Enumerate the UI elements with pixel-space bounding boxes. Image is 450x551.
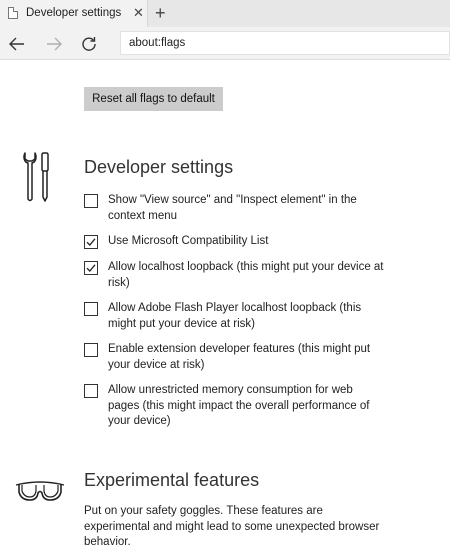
developer-settings-heading: Developer settings [84,157,234,177]
flag-label: Allow Adobe Flash Player localhost loopb… [108,302,362,330]
forward-icon[interactable] [42,32,66,56]
experimental-features-description: Put on your safety goggles. These featur… [84,505,380,548]
flag-label: Enable extension developer features (thi… [108,343,371,371]
checkbox-compatibility-list[interactable] [84,235,98,249]
navigation-bar: about:flags [0,27,450,60]
checkbox-view-source[interactable] [84,194,98,208]
close-tab-icon[interactable]: ✕ [133,5,144,21]
address-url: about:flags [129,37,186,49]
checkbox-flash-loopback[interactable] [84,302,98,316]
flag-label: Allow localhost loopback (this might put… [108,261,384,289]
refresh-icon[interactable] [77,32,101,56]
tools-icon [22,151,52,208]
new-tab-icon[interactable]: + [155,3,166,23]
tab-bar: Developer settings ✕ + [0,0,450,27]
page-icon [8,7,18,19]
flag-label: Show "View source" and "Inspect element"… [108,194,357,222]
checkbox-extension-developer[interactable] [84,343,98,357]
checkbox-localhost-loopback[interactable] [84,261,98,275]
checkmark-icon [86,238,96,246]
checkmark-icon [86,264,96,272]
tab-title: Developer settings [26,7,122,19]
tab-developer-settings[interactable]: Developer settings ✕ [0,0,148,27]
goggles-icon [14,476,66,509]
flag-label: Allow unrestricted memory consumption fo… [108,384,370,427]
reset-all-flags-button[interactable]: Reset all flags to default [84,87,223,111]
checkbox-unrestricted-memory[interactable] [84,384,98,398]
address-bar[interactable]: about:flags [120,31,450,55]
experimental-features-heading: Experimental features [84,470,260,490]
flag-label: Use Microsoft Compatibility List [108,235,269,247]
back-icon[interactable] [5,32,29,56]
